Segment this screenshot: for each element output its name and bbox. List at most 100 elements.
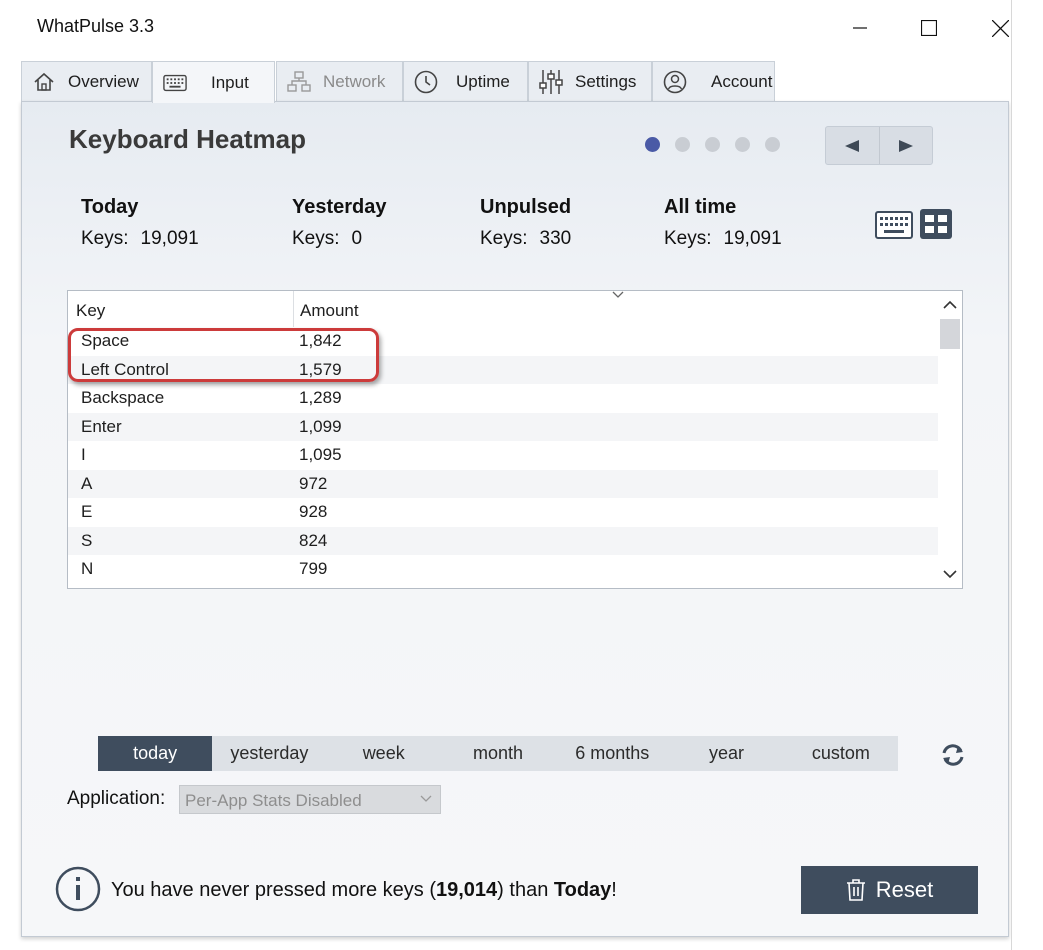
tab-uptime[interactable]: Uptime xyxy=(403,61,528,101)
column-divider[interactable] xyxy=(293,291,294,327)
maximize-icon xyxy=(921,20,937,36)
refresh-button[interactable] xyxy=(940,742,966,768)
carousel-dots xyxy=(645,137,780,152)
range-option-yesterday[interactable]: yesterday xyxy=(212,736,326,771)
chevron-down-icon xyxy=(943,570,957,579)
table-view-button[interactable] xyxy=(920,209,952,239)
range-option-6-months[interactable]: 6 months xyxy=(555,736,669,771)
table-scrollbar[interactable] xyxy=(938,291,962,588)
stat-today-label: Today xyxy=(81,196,139,218)
keyboard-view-button[interactable] xyxy=(875,211,913,239)
scroll-up-button[interactable] xyxy=(938,293,962,317)
milestone-count: 19,014 xyxy=(436,879,498,901)
stat-unpulsed-label: Unpulsed xyxy=(480,196,572,218)
chevron-down-icon xyxy=(420,795,432,802)
maximize-button[interactable] xyxy=(906,8,952,48)
user-icon xyxy=(663,70,687,94)
range-option-month[interactable]: month xyxy=(441,736,555,771)
table-row[interactable]: S 824 xyxy=(68,526,938,555)
trash-icon xyxy=(846,879,865,901)
key-cell: S xyxy=(81,530,93,550)
tab-input-label: Input xyxy=(211,72,249,92)
scroll-down-button[interactable] xyxy=(938,562,962,586)
tab-account-label: Account xyxy=(711,71,773,91)
reset-button[interactable]: Reset xyxy=(801,866,978,914)
milestone-message: You have never pressed more keys (19,014… xyxy=(111,879,617,902)
stat-keys-label: Keys: xyxy=(664,228,712,249)
carousel-dot[interactable] xyxy=(645,137,660,152)
scrollbar-thumb[interactable] xyxy=(940,319,960,349)
application-label: Application: xyxy=(67,788,166,809)
sort-descending-icon xyxy=(612,291,624,298)
stat-yesterday: Yesterday Keys: 0 xyxy=(292,196,387,250)
stat-keys-label: Keys: xyxy=(292,228,340,249)
tab-uptime-label: Uptime xyxy=(456,71,510,91)
stat-all-time: All time Keys: 19,091 xyxy=(664,196,782,250)
key-cell: Backspace xyxy=(81,388,165,407)
tab-overview-label: Overview xyxy=(68,71,139,91)
triangle-left-icon xyxy=(845,139,860,152)
table-row[interactable]: I 1,095 xyxy=(68,441,938,470)
title-bar: WhatPulse 3.3 xyxy=(0,3,1035,48)
tab-overview[interactable]: Overview xyxy=(21,61,152,101)
clock-icon xyxy=(414,70,438,94)
next-button[interactable] xyxy=(880,127,933,164)
table-row[interactable]: A 972 xyxy=(68,469,938,498)
stat-unpulsed-keys: 330 xyxy=(539,228,572,249)
tab-account[interactable]: Account xyxy=(652,61,775,101)
stat-all-time-label: All time xyxy=(664,196,737,218)
tab-settings[interactable]: Settings xyxy=(528,61,652,101)
table-header: Key Amount xyxy=(68,291,938,327)
annotation-highlight-box xyxy=(68,328,379,382)
reset-button-label: Reset xyxy=(875,877,934,902)
sliders-icon xyxy=(539,69,563,94)
window-title: WhatPulse 3.3 xyxy=(37,16,155,36)
key-cell: Enter xyxy=(81,416,122,436)
carousel-pager xyxy=(825,126,933,165)
range-option-custom[interactable]: custom xyxy=(784,736,898,771)
table-row[interactable]: Enter 1,099 xyxy=(68,412,938,441)
carousel-dot[interactable] xyxy=(765,137,780,152)
minimize-icon xyxy=(853,27,867,29)
table-row[interactable]: E 928 xyxy=(68,498,938,527)
range-option-year[interactable]: year xyxy=(669,736,783,771)
milestone-day: Today xyxy=(553,879,612,901)
info-icon xyxy=(55,866,101,912)
stat-all-time-keys: 19,091 xyxy=(723,228,782,249)
network-icon xyxy=(287,70,311,94)
amount-cell: 1,095 xyxy=(299,445,342,464)
application-select[interactable]: Per-App Stats Disabled xyxy=(179,785,441,814)
column-header-amount[interactable]: Amount xyxy=(300,301,359,321)
amount-cell: 824 xyxy=(299,530,328,550)
tab-network[interactable]: Network xyxy=(276,61,403,101)
application-select-value: Per-App Stats Disabled xyxy=(185,791,362,810)
time-range-selector: today yesterday week month 6 months year… xyxy=(98,736,898,771)
amount-cell: 799 xyxy=(299,559,328,578)
previous-button[interactable] xyxy=(826,127,880,164)
column-header-key[interactable]: Key xyxy=(76,301,105,321)
carousel-dot[interactable] xyxy=(675,137,690,152)
range-option-today[interactable]: today xyxy=(98,736,213,771)
keyboard-icon xyxy=(163,71,187,95)
amount-cell: 972 xyxy=(299,473,328,493)
amount-cell: 928 xyxy=(299,502,328,521)
range-option-week[interactable]: week xyxy=(327,736,441,771)
triangle-right-icon xyxy=(898,139,913,152)
amount-cell: 1,099 xyxy=(299,416,342,436)
tab-input[interactable]: Input xyxy=(152,61,275,103)
keyboard-icon xyxy=(875,211,913,239)
table-row[interactable]: N 799 xyxy=(68,555,938,584)
milestone-prefix: You have never pressed more keys ( xyxy=(111,879,436,901)
grid-icon xyxy=(925,215,947,233)
stat-keys-label: Keys: xyxy=(480,228,528,249)
table-row[interactable]: Backspace 1,289 xyxy=(68,384,938,413)
milestone-middle: ) than xyxy=(497,879,554,901)
minimize-button[interactable] xyxy=(837,8,883,48)
carousel-dot[interactable] xyxy=(735,137,750,152)
key-cell: A xyxy=(81,473,93,493)
key-cell: E xyxy=(81,502,93,521)
background-window-edge xyxy=(1011,0,1043,950)
page-title: Keyboard Heatmap xyxy=(69,124,306,154)
carousel-dot[interactable] xyxy=(705,137,720,152)
stat-keys-label: Keys: xyxy=(81,228,129,249)
